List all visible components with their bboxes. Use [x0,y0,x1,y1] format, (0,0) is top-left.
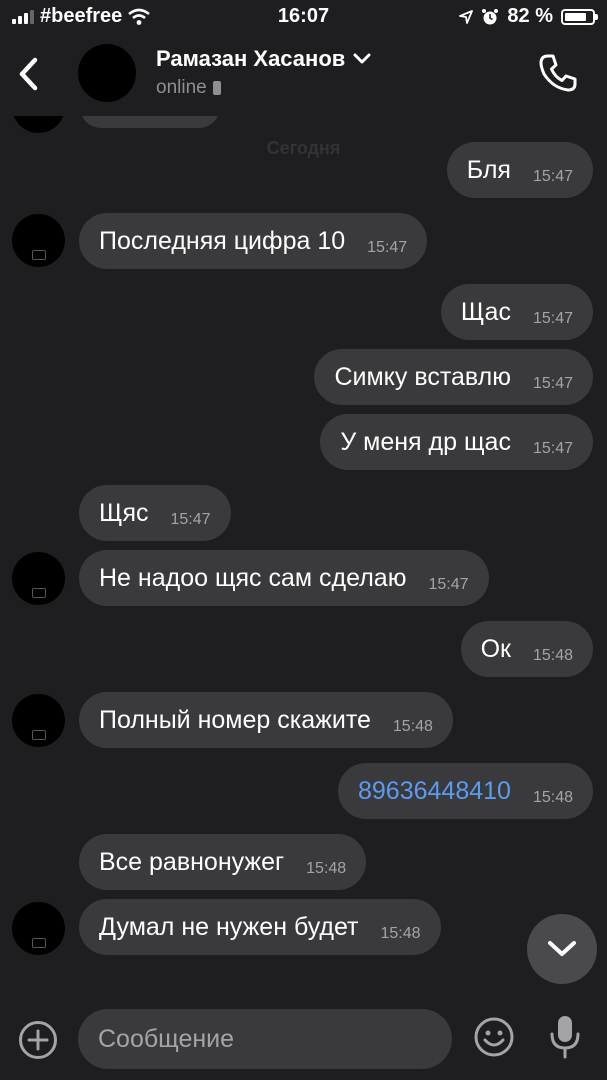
message-list[interactable]: Сегодня Бля 15:47 Последняя цифра 10 15:47 Щ… [0,116,607,996]
message-time: 15:48 [392,718,433,735]
outgoing-message-bubble[interactable]: Щас 15:47 [440,284,593,340]
chevron-down-icon [548,941,576,956]
message-text: Щяс [99,498,149,527]
message-text: Думал не нужен будет [99,912,359,941]
smiley-icon[interactable] [473,1016,515,1058]
incoming-message-bubble[interactable]: Полный номер скажите 15:48 [79,692,453,748]
message-time: 15:48 [532,789,573,806]
outgoing-message-bubble[interactable]: Ок 15:48 [460,621,593,677]
message-text: Симку вставлю [334,362,511,391]
sender-avatar[interactable] [12,552,65,605]
sender-avatar[interactable] [12,902,65,955]
message-text: Не надоо щяс сам сделаю [99,563,407,592]
incoming-message-bubble[interactable]: Думал не нужен будет 15:48 [79,899,441,955]
composer-bar [0,996,607,1080]
location-arrow-icon [459,9,474,24]
message-text: Полный номер скажите [99,705,371,734]
message-text: Последняя цифра 10 [99,226,346,255]
contact-name: Рамазан Хасанов [156,46,346,71]
message-time: 15:47 [428,576,469,593]
message-time: 15:47 [532,310,573,327]
message-time: 15:48 [306,860,347,877]
chat-screen: #beefree 16:07 82 % Рамазан Хасанов onli… [0,0,607,1080]
microphone-icon[interactable] [548,1014,582,1060]
message-time: 15:47 [532,168,573,185]
battery-percent: 82 % [507,5,553,27]
phone-call-icon[interactable] [537,52,579,94]
battery-icon [561,8,598,25]
scroll-to-bottom-button[interactable] [527,914,597,984]
incoming-message-bubble[interactable]: Все равнонужег 15:48 [79,834,367,890]
message-time: 15:48 [380,925,421,942]
message-text: Щас [460,297,511,326]
chat-header: Рамазан Хасанов online [0,34,607,116]
sender-avatar[interactable] [12,694,65,747]
alarm-icon [482,8,499,24]
message-time: 15:48 [532,647,573,664]
incoming-message-bubble[interactable]: Щяс 15:47 [79,485,231,541]
phone-number-link[interactable]: 89636448410 [358,777,511,806]
outgoing-message-bubble[interactable]: Симку вставлю 15:47 [314,349,593,405]
sender-avatar[interactable] [12,214,65,267]
contact-name-button[interactable]: Рамазан Хасанов [156,46,371,72]
message-text: Все равнонужег [99,847,285,876]
plus-circle-icon[interactable] [18,1020,58,1060]
message-time: 15:47 [170,511,211,528]
outgoing-message-bubble[interactable]: 89636448410 15:48 [338,763,593,819]
contact-status: online [156,77,221,99]
avatar [12,116,65,133]
outgoing-message-bubble[interactable]: Бля 15:47 [446,142,593,198]
back-chevron-icon[interactable] [14,56,44,92]
incoming-message-bubble[interactable]: Не надоо щяс сам сделаю 15:47 [79,550,489,606]
message-time: 15:47 [532,375,573,392]
message-text: У меня др щас [340,427,511,456]
outgoing-message-bubble[interactable]: У меня др щас 15:47 [320,414,593,470]
partial-message-bubble [80,116,220,128]
incoming-message-bubble[interactable]: Последняя цифра 10 15:47 [79,213,428,269]
message-time: 15:47 [367,239,408,256]
status-bar: #beefree 16:07 82 % [0,0,607,34]
mobile-device-icon [212,81,221,95]
message-time: 15:47 [532,440,573,457]
contact-avatar[interactable] [78,44,136,102]
message-text: Бля [466,155,511,184]
message-text: Ок [480,634,511,663]
chevron-down-icon [353,53,371,64]
message-input[interactable] [78,1009,452,1069]
